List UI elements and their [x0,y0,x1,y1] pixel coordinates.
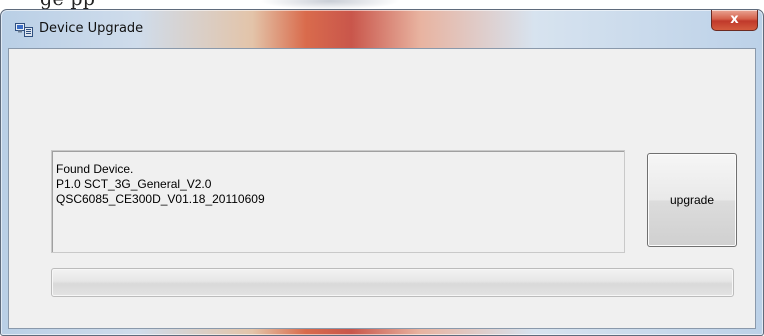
upgrade-button-label: upgrade [669,193,715,207]
device-upgrade-window: Device Upgrade x Found Device. P1.0 SCT_… [0,9,764,336]
close-button[interactable]: x [711,10,758,31]
window-title: Device Upgrade [39,21,144,36]
close-icon: x [730,12,739,27]
upgrade-progress-bar [51,268,734,297]
info-line-firmware: QSC6085_CE300D_V01.18_20110609 [56,192,265,206]
info-line-status: Found Device. [56,162,134,176]
dialog-client-area: Found Device. P1.0 SCT_3G_General_V2.0 Q… [8,48,756,329]
device-info-box[interactable]: Found Device. P1.0 SCT_3G_General_V2.0 Q… [51,150,625,253]
info-line-hardware: P1.0 SCT_3G_General_V2.0 [56,177,212,191]
titlebar[interactable]: Device Upgrade x [1,10,763,48]
upgrade-button[interactable]: upgrade [647,153,737,247]
device-upgrade-app-icon [15,22,33,38]
